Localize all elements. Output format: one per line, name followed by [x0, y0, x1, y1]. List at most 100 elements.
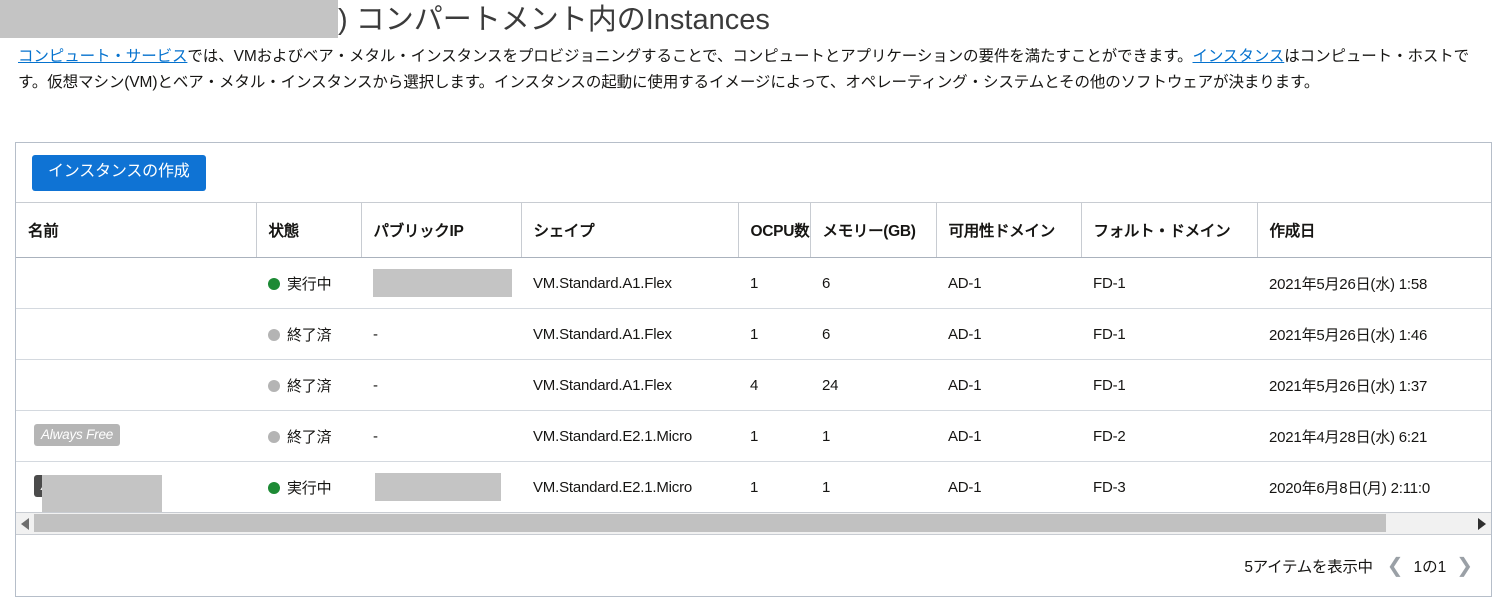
column-header-memory[interactable]: メモリー(GB) — [810, 203, 937, 258]
public-ip-value: - — [373, 325, 378, 343]
compute-service-link[interactable]: コンピュート・サービス — [18, 48, 188, 65]
status-label: 終了済 — [287, 326, 332, 344]
always-free-badge: Always Free — [34, 424, 121, 446]
status-label: 終了済 — [287, 428, 332, 446]
column-header-created[interactable]: 作成日 — [1257, 203, 1491, 258]
column-header-ocpu[interactable]: OCPU数 — [738, 203, 811, 258]
page-description: コンピュート・サービスでは、VMおよびベア・メタル・インスタンスをプロビジョニン… — [0, 44, 1507, 96]
cell-created: 2021年5月26日(水) 1:46 — [1257, 308, 1491, 360]
column-header-shape[interactable]: シェイプ — [521, 203, 739, 258]
table-footer: 5アイテムを表示中 ❮ 1の1 ❯ — [16, 534, 1491, 596]
cell-public-ip — [361, 462, 521, 513]
cell-created: 2021年4月28日(水) 6:21 — [1257, 410, 1491, 462]
table-toolbar: インスタンスの作成 — [16, 143, 1491, 203]
table-row[interactable]: Always Free 終了済 - VM.Standard.E2.1.Micro 1 1 A… — [16, 410, 1491, 462]
pagination: ❮ 1の1 ❯ — [1387, 555, 1473, 577]
chevron-left-icon[interactable]: ❮ — [1387, 556, 1404, 576]
table-body: 実行中 VM.Standard.A1.Flex 1 6 AD-1 FD-1 2021年5月2… — [16, 257, 1491, 513]
cell-ocpu: 1 — [738, 308, 810, 360]
status-label: 終了済 — [287, 377, 332, 395]
public-ip-value: - — [373, 427, 378, 445]
title-redaction-block — [0, 0, 338, 38]
cell-memory: 6 — [810, 257, 936, 309]
status-terminated-icon — [268, 379, 280, 392]
cell-state: 実行中 — [256, 462, 361, 513]
cell-public-ip: - — [361, 410, 521, 462]
cell-fault-domain: FD-3 — [1093, 478, 1126, 496]
arrow-right-icon[interactable] — [1478, 518, 1486, 530]
cell-availability-domain: AD-1 — [936, 359, 1081, 411]
public-ip-redaction-block — [373, 269, 512, 297]
status-running-icon — [268, 481, 280, 494]
status-terminated-icon — [268, 430, 280, 443]
cell-availability-domain: AD-1 — [936, 308, 1081, 360]
table-header: 名前 状態 パブリックIP シェイプ OCPU数 メモリー(GB) 可用性ドメイ… — [16, 203, 1491, 258]
cell-public-ip: - — [361, 308, 521, 360]
scrollbar-thumb[interactable] — [34, 514, 1386, 532]
column-header-name[interactable]: 名前 — [16, 203, 257, 258]
cell-created: 2021年5月26日(水) 1:37 — [1257, 359, 1491, 411]
column-header-fault-domain[interactable]: フォルト・ドメイン — [1081, 203, 1258, 258]
table-row[interactable]: 終了済 - VM.Standard.A1.Flex 4 24 AD-1 FD-1 2021年5… — [16, 359, 1491, 411]
cell-fault-domain: FD-2 — [1081, 410, 1257, 462]
item-count-label: 5アイテムを表示中 — [1244, 558, 1373, 576]
cell-memory: 24 — [810, 359, 936, 411]
cell-name[interactable] — [16, 359, 256, 411]
cell-fault-domain: FD-1 — [1081, 257, 1257, 309]
cell-state: 実行中 — [256, 257, 361, 309]
arrow-left-icon[interactable] — [21, 518, 29, 530]
cell-name[interactable]: Always Free — [16, 410, 256, 462]
chevron-right-icon[interactable]: ❯ — [1456, 556, 1473, 576]
cell-state: 終了済 — [256, 359, 361, 411]
status-label: 実行中 — [287, 479, 332, 497]
table-row[interactable]: 終了済 - VM.Standard.A1.Flex 1 6 AD-1 FD-1 2021年5月… — [16, 308, 1491, 360]
instances-table: 名前 状態 パブリックIP シェイプ OCPU数 メモリー(GB) 可用性ドメイ… — [16, 203, 1491, 512]
status-running-icon — [268, 277, 280, 290]
table-scroll-region[interactable]: 名前 状態 パブリックIP シェイプ OCPU数 メモリー(GB) 可用性ドメイ… — [16, 203, 1491, 512]
cell-created: 2020年6月8日(月) 2:11:0 — [1269, 479, 1431, 497]
page-indicator: 1の1 — [1413, 558, 1447, 576]
cell-shape: VM.Standard.E2.1.Micro — [533, 478, 693, 496]
cell-shape: VM.Standard.A1.Flex — [521, 308, 738, 360]
cell-memory: 1 — [810, 410, 936, 462]
status-terminated-icon — [268, 328, 280, 341]
status-label: 実行中 — [287, 275, 332, 293]
cell-name[interactable]: Always Free — [16, 462, 256, 513]
cell-fault-domain: FD-1 — [1081, 359, 1257, 411]
cell-name[interactable] — [16, 257, 256, 309]
page-header: ) コンパートメント内のInstances — [0, 0, 1507, 42]
table-header-row: 名前 状態 パブリックIP シェイプ OCPU数 メモリー(GB) 可用性ドメイ… — [16, 203, 1491, 258]
horizontal-scrollbar[interactable] — [16, 512, 1491, 534]
cell-public-ip: - — [361, 359, 521, 411]
cell-ocpu: 1 — [738, 257, 810, 309]
cell-memory: 1 — [822, 478, 831, 496]
cell-created: 2021年5月26日(水) 1:58 — [1257, 257, 1491, 309]
column-header-state[interactable]: 状態 — [256, 203, 362, 258]
cell-public-ip — [361, 257, 521, 309]
instances-link[interactable]: インスタンス — [1193, 48, 1285, 65]
public-ip-redaction-block — [375, 473, 501, 501]
public-ip-value: - — [373, 376, 378, 394]
cell-fault-domain: FD-1 — [1081, 308, 1257, 360]
cell-ocpu: 1 — [750, 478, 759, 496]
cell-availability-domain: AD-1 — [936, 257, 1081, 309]
cell-state: 終了済 — [256, 308, 361, 360]
description-part-1: では、VMおよびベア・メタル・インスタンスをプロビジョニングすることで、コンピュ… — [187, 48, 1193, 65]
cell-shape: VM.Standard.A1.Flex — [521, 257, 738, 309]
table-row[interactable]: Always Free 実行中 VM.Standard.E2.1.Micro 1 1 AD… — [16, 462, 1491, 513]
cell-shape: VM.Standard.A1.Flex — [521, 359, 738, 411]
cell-ocpu: 1 — [738, 410, 810, 462]
cell-memory: 6 — [810, 308, 936, 360]
cell-availability-domain: AD-1 — [948, 478, 982, 496]
always-free-badge: Always Free — [34, 475, 121, 497]
column-header-public-ip[interactable]: パブリックIP — [361, 203, 522, 258]
instances-panel: インスタンスの作成 名前 状態 パブリックIP シェイプ OCPU数 メモリー(… — [15, 142, 1492, 597]
cell-availability-domain: AD-1 — [936, 410, 1081, 462]
cell-state: 終了済 — [256, 410, 361, 462]
cell-name[interactable] — [16, 308, 256, 360]
cell-shape: VM.Standard.E2.1.Micro — [521, 410, 738, 462]
table-row[interactable]: 実行中 VM.Standard.A1.Flex 1 6 AD-1 FD-1 2021年5月2… — [16, 257, 1491, 309]
cell-ocpu: 4 — [738, 359, 810, 411]
create-instance-button[interactable]: インスタンスの作成 — [32, 154, 206, 191]
column-header-availability-domain[interactable]: 可用性ドメイン — [936, 203, 1082, 258]
